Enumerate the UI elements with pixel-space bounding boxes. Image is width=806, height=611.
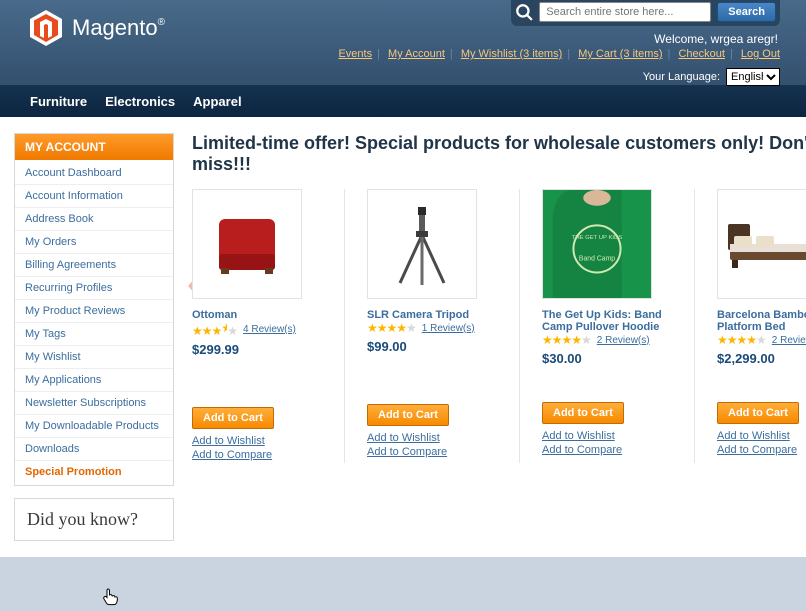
add-to-wishlist-link[interactable]: Add to Wishlist bbox=[192, 435, 322, 447]
product-card: Ottoman ★★★★★ 4 Review(s) $299.99 Add to… bbox=[192, 189, 322, 463]
sidebar-item-wishlist[interactable]: My Wishlist bbox=[15, 346, 173, 369]
sidebar-didyouknow: Did you know? bbox=[14, 498, 174, 541]
search-bar: Search bbox=[511, 0, 780, 26]
main-nav: Furniture Electronics Apparel bbox=[0, 85, 806, 117]
language-label: Your Language: bbox=[643, 71, 720, 83]
reviews-link[interactable]: 2 Review(s) bbox=[772, 335, 806, 346]
promo-title: Limited-time offer! Special products for… bbox=[192, 133, 806, 175]
sidebar-item-tags[interactable]: My Tags bbox=[15, 323, 173, 346]
nav-furniture[interactable]: Furniture bbox=[30, 94, 87, 109]
welcome-text: Welcome, wrgea aregr! bbox=[654, 32, 778, 46]
main-content: Limited-time offer! Special products for… bbox=[192, 133, 806, 541]
add-to-wishlist-link[interactable]: Add to Wishlist bbox=[367, 432, 497, 444]
product-price: $299.99 bbox=[192, 342, 322, 357]
sidebar-item-applications[interactable]: My Applications bbox=[15, 369, 173, 392]
product-card: THE GET UP KIDS Band Camp The Get Up Kids… bbox=[542, 189, 672, 463]
language-select[interactable]: English bbox=[726, 68, 780, 86]
divider bbox=[694, 189, 695, 463]
product-carousel: Ottoman ★★★★★ 4 Review(s) $299.99 Add to… bbox=[192, 189, 806, 463]
reviews-link[interactable]: 1 Review(s) bbox=[422, 323, 475, 334]
link-events[interactable]: Events bbox=[338, 48, 372, 60]
sidebar-item-downloads[interactable]: Downloads bbox=[15, 438, 173, 461]
sidebar: MY ACCOUNT Account Dashboard Account Inf… bbox=[14, 133, 174, 541]
product-name[interactable]: Ottoman bbox=[192, 309, 237, 321]
rating-stars: ★★★★★ bbox=[367, 321, 416, 335]
product-price: $99.00 bbox=[367, 339, 497, 354]
divider bbox=[344, 189, 345, 463]
add-to-compare-link[interactable]: Add to Compare bbox=[542, 444, 672, 456]
link-logout[interactable]: Log Out bbox=[741, 48, 780, 60]
rating-stars: ★★★★★ bbox=[192, 321, 237, 338]
add-to-compare-link[interactable]: Add to Compare bbox=[367, 446, 497, 458]
product-thumb[interactable] bbox=[717, 189, 806, 299]
product-card: SLR Camera Tripod ★★★★★ 1 Review(s) $99.… bbox=[367, 189, 497, 463]
sidebar-item-newsletter[interactable]: Newsletter Subscriptions bbox=[15, 392, 173, 415]
cursor-hand-icon bbox=[102, 588, 118, 606]
reviews-link[interactable]: 4 Review(s) bbox=[243, 324, 296, 335]
nav-electronics[interactable]: Electronics bbox=[105, 94, 175, 109]
link-checkout[interactable]: Checkout bbox=[678, 48, 724, 60]
didyouknow-title: Did you know? bbox=[27, 509, 161, 530]
nav-apparel[interactable]: Apparel bbox=[193, 94, 241, 109]
product-price: $2,299.00 bbox=[717, 351, 806, 366]
search-button[interactable]: Search bbox=[717, 2, 776, 22]
product-name[interactable]: SLR Camera Tripod bbox=[367, 309, 469, 321]
rating-stars: ★★★★★ bbox=[542, 333, 591, 347]
reviews-link[interactable]: 2 Review(s) bbox=[597, 335, 650, 346]
product-thumb[interactable] bbox=[367, 189, 477, 299]
sidebar-title: MY ACCOUNT bbox=[15, 134, 173, 160]
sidebar-list: Account Dashboard Account Information Ad… bbox=[15, 160, 173, 485]
product-name[interactable]: The Get Up Kids: Band Camp Pullover Hood… bbox=[542, 309, 662, 333]
add-to-cart-button[interactable]: Add to Cart bbox=[367, 404, 449, 426]
add-to-compare-link[interactable]: Add to Compare bbox=[717, 444, 806, 456]
add-to-wishlist-link[interactable]: Add to Wishlist bbox=[717, 430, 806, 442]
header: Magento® Search Welcome, wrgea aregr! Ev… bbox=[0, 0, 806, 85]
add-to-cart-button[interactable]: Add to Cart bbox=[717, 402, 799, 424]
add-to-wishlist-link[interactable]: Add to Wishlist bbox=[542, 430, 672, 442]
product-card: Barcelona Bamboo Platform Bed ★★★★★ 2 Re… bbox=[717, 189, 806, 463]
svg-text:Band Camp: Band Camp bbox=[579, 256, 615, 263]
divider bbox=[519, 189, 520, 463]
add-to-cart-button[interactable]: Add to Cart bbox=[542, 402, 624, 424]
sidebar-item-orders[interactable]: My Orders bbox=[15, 231, 173, 254]
sidebar-account-box: MY ACCOUNT Account Dashboard Account Inf… bbox=[14, 133, 174, 486]
sidebar-item-address-book[interactable]: Address Book bbox=[15, 208, 173, 231]
logo[interactable]: Magento® bbox=[28, 8, 165, 48]
sidebar-item-account-info[interactable]: Account Information bbox=[15, 185, 173, 208]
add-to-cart-button[interactable]: Add to Cart bbox=[192, 407, 274, 429]
link-wishlist[interactable]: My Wishlist (3 items) bbox=[461, 48, 562, 60]
logo-icon bbox=[28, 8, 64, 48]
sidebar-item-downloadable[interactable]: My Downloadable Products bbox=[15, 415, 173, 438]
product-name[interactable]: Barcelona Bamboo Platform Bed bbox=[717, 309, 806, 333]
sidebar-item-billing[interactable]: Billing Agreements bbox=[15, 254, 173, 277]
product-price: $30.00 bbox=[542, 351, 672, 366]
sidebar-item-recurring[interactable]: Recurring Profiles bbox=[15, 277, 173, 300]
sidebar-item-reviews[interactable]: My Product Reviews bbox=[15, 300, 173, 323]
product-thumb[interactable]: THE GET UP KIDS Band Camp bbox=[542, 189, 652, 299]
link-my-account[interactable]: My Account bbox=[388, 48, 445, 60]
add-to-compare-link[interactable]: Add to Compare bbox=[192, 449, 322, 461]
rating-stars: ★★★★★ bbox=[717, 333, 766, 347]
sidebar-item-dashboard[interactable]: Account Dashboard bbox=[15, 162, 173, 185]
sidebar-item-special-promotion[interactable]: Special Promotion bbox=[15, 461, 173, 483]
logo-text: Magento® bbox=[72, 15, 165, 41]
language-selector: Your Language: English bbox=[643, 68, 780, 86]
product-thumb[interactable] bbox=[192, 189, 302, 299]
svg-text:THE GET UP KIDS: THE GET UP KIDS bbox=[572, 235, 622, 241]
search-icon bbox=[515, 3, 533, 21]
search-input[interactable] bbox=[539, 2, 711, 22]
link-cart[interactable]: My Cart (3 items) bbox=[578, 48, 662, 60]
top-links: Events| My Account| My Wishlist (3 items… bbox=[338, 48, 780, 60]
